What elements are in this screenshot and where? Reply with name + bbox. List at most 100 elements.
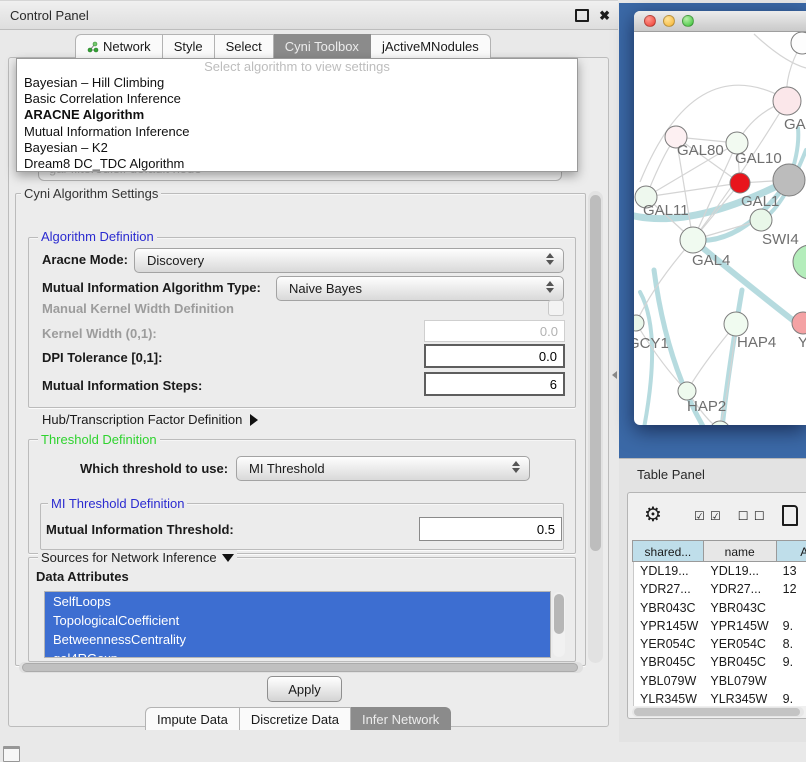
- network-node-gal[interactable]: [773, 87, 801, 115]
- kernel-width-field[interactable]: 0.0: [424, 320, 565, 342]
- deselect-all-icon[interactable]: [738, 507, 766, 525]
- tab-cyni-toolbox[interactable]: Cyni Toolbox: [274, 34, 371, 58]
- tab-impute-data[interactable]: Impute Data: [145, 707, 240, 730]
- close-panel-icon[interactable]: ✖: [599, 9, 610, 22]
- table-row[interactable]: YBR043CYBR043C: [634, 599, 806, 617]
- aracne-mode-combobox[interactable]: Discovery: [134, 248, 564, 273]
- table-row[interactable]: YDR27...YDR27...12: [634, 580, 806, 598]
- network-node-gal1[interactable]: [730, 173, 750, 193]
- control-panel-titlebar: Control Panel ✖: [0, 0, 618, 30]
- hub-definition-toggle[interactable]: Hub/Transcription Factor Definition: [42, 412, 258, 427]
- table-row[interactable]: YBR045CYBR045C9.: [634, 653, 806, 671]
- column-header-name[interactable]: name: [703, 540, 777, 562]
- table-cell: YBL079W: [634, 672, 704, 690]
- network-node[interactable]: [791, 32, 806, 54]
- table-cell: 13: [777, 562, 806, 580]
- algorithm-option-mutual-information-inference[interactable]: Mutual Information Inference: [17, 124, 577, 140]
- network-canvas[interactable]: GALGAL80GAL10GAL1GAL11SWI4GAL4GCY1HAP4YH…: [634, 32, 806, 425]
- apply-button[interactable]: Apply: [267, 676, 342, 702]
- algorithm-option-aracne-algorithm[interactable]: ARACNE Algorithm: [17, 107, 577, 123]
- algorithm-option-bayesian-hill-climbing[interactable]: Bayesian – Hill Climbing: [17, 75, 577, 91]
- which-threshold-label: Which threshold to use:: [80, 461, 228, 476]
- column-header-shared-[interactable]: shared...: [632, 540, 704, 562]
- manual-kernel-checkbox[interactable]: [548, 300, 564, 316]
- tab-infer-network[interactable]: Infer Network: [351, 707, 451, 730]
- mi-steps-field[interactable]: 6: [424, 372, 565, 396]
- table-cell: YDL19...: [634, 562, 704, 580]
- sources-title-text: Sources for Network Inference: [41, 550, 217, 565]
- expand-triangle-icon: [250, 414, 258, 426]
- table-cell: YBR045C: [634, 653, 704, 671]
- attribute-item-topologicalcoefficient[interactable]: TopologicalCoefficient: [45, 611, 550, 630]
- tab-label: Infer Network: [362, 712, 439, 727]
- gear-icon[interactable]: [644, 505, 662, 526]
- network-edge[interactable]: [640, 85, 784, 182]
- document-icon[interactable]: [782, 505, 798, 526]
- tab-label: Impute Data: [157, 712, 228, 727]
- table-row[interactable]: YLR345WYLR345W9.: [634, 690, 806, 706]
- sources-group-title[interactable]: Sources for Network Inference: [38, 550, 237, 565]
- table-row[interactable]: YPR145WYPR145W9.: [634, 617, 806, 635]
- network-node-gal4[interactable]: [680, 227, 706, 253]
- threshold-definition-title: Threshold Definition: [38, 432, 160, 447]
- node-table: shared...nameA YDL19...YDL19...13YDR27..…: [633, 540, 806, 706]
- table-cell: [777, 672, 806, 690]
- table-row[interactable]: YDL19...YDL19...13: [634, 562, 806, 580]
- mi-algorithm-type-label: Mutual Information Algorithm Type:: [42, 280, 261, 295]
- network-node[interactable]: [793, 245, 806, 279]
- table-row[interactable]: YBL079WYBL079W: [634, 672, 806, 690]
- network-node[interactable]: [773, 164, 805, 196]
- float-panel-icon[interactable]: [575, 9, 589, 22]
- spinner-icon: [546, 253, 554, 265]
- algorithm-option-basic-correlation-inference[interactable]: Basic Correlation Inference: [17, 91, 577, 107]
- network-edge[interactable]: [693, 101, 787, 240]
- attribute-item-selfloops[interactable]: SelfLoops: [45, 592, 550, 611]
- network-node-gcy1[interactable]: [634, 315, 644, 331]
- algorithm-popup-placeholder: Select algorithm to view settings: [17, 59, 577, 75]
- network-view-window: GALGAL80GAL10GAL1GAL11SWI4GAL4GCY1HAP4YH…: [634, 11, 806, 425]
- network-node[interactable]: [710, 421, 730, 425]
- algorithm-option-dream8-dc-tdc-algorithm[interactable]: Dream8 DC_TDC Algorithm: [17, 156, 577, 172]
- tab-style[interactable]: Style: [163, 34, 215, 58]
- table-cell: YDR27...: [634, 580, 704, 598]
- control-panel-bottom-tabs: Impute Data Discretize Data Infer Network: [145, 707, 451, 730]
- mi-threshold-field[interactable]: 0.5: [419, 517, 562, 541]
- control-panel-title: Control Panel: [0, 8, 89, 23]
- tab-label: Discretize Data: [251, 712, 339, 727]
- table-row[interactable]: YER054CYER054C8.: [634, 635, 806, 653]
- panel-divider-collapse-icon[interactable]: [612, 371, 617, 379]
- which-threshold-combobox[interactable]: MI Threshold: [236, 456, 530, 481]
- attributes-scrollbar[interactable]: [553, 592, 565, 657]
- dpi-tolerance-field[interactable]: 0.0: [424, 344, 565, 368]
- algorithm-option-bayesian-k2[interactable]: Bayesian – K2: [17, 140, 577, 156]
- attribute-item-gal4rgexp[interactable]: gal4RGexp: [45, 649, 550, 658]
- tab-select[interactable]: Select: [215, 34, 274, 58]
- tab-network[interactable]: Network: [75, 34, 163, 58]
- table-panel: Table Panel shared...nameA YDL19...YDL19…: [619, 458, 806, 742]
- network-edge[interactable]: [636, 240, 693, 323]
- select-all-icon[interactable]: [694, 507, 722, 525]
- aracne-mode-label: Aracne Mode:: [42, 252, 128, 267]
- network-node-label: HAP4: [737, 334, 776, 351]
- mi-algorithm-type-combobox[interactable]: Naive Bayes: [276, 276, 564, 301]
- tab-jactivemnodules[interactable]: jActiveMNodules: [371, 34, 491, 58]
- settings-vertical-scrollbar[interactable]: [588, 191, 603, 663]
- window-minimize-button[interactable]: [663, 15, 675, 27]
- window-close-button[interactable]: [644, 15, 656, 27]
- tab-discretize-data[interactable]: Discretize Data: [240, 707, 351, 730]
- column-header-a[interactable]: A: [776, 540, 806, 562]
- settings-horizontal-scrollbar[interactable]: [19, 662, 583, 673]
- window-zoom-button[interactable]: [682, 15, 694, 27]
- table-horizontal-scrollbar[interactable]: [632, 707, 804, 717]
- network-node-swi4[interactable]: [750, 209, 772, 231]
- network-node-y[interactable]: [792, 312, 806, 334]
- network-node-hap4[interactable]: [724, 312, 748, 336]
- data-attributes-list[interactable]: SelfLoopsTopologicalCoefficientBetweenne…: [44, 591, 551, 658]
- spinner-icon: [546, 281, 554, 293]
- minimized-panel-icon[interactable]: [3, 746, 20, 762]
- attribute-item-betweennesscentrality[interactable]: BetweennessCentrality: [45, 630, 550, 649]
- spinner-icon: [512, 461, 520, 473]
- network-node-label: SWI4: [762, 231, 799, 248]
- mi-threshold-group-title: MI Threshold Definition: [48, 496, 187, 511]
- table-rows: YDL19...YDL19...13YDR27...YDR27...12YBR0…: [633, 562, 806, 706]
